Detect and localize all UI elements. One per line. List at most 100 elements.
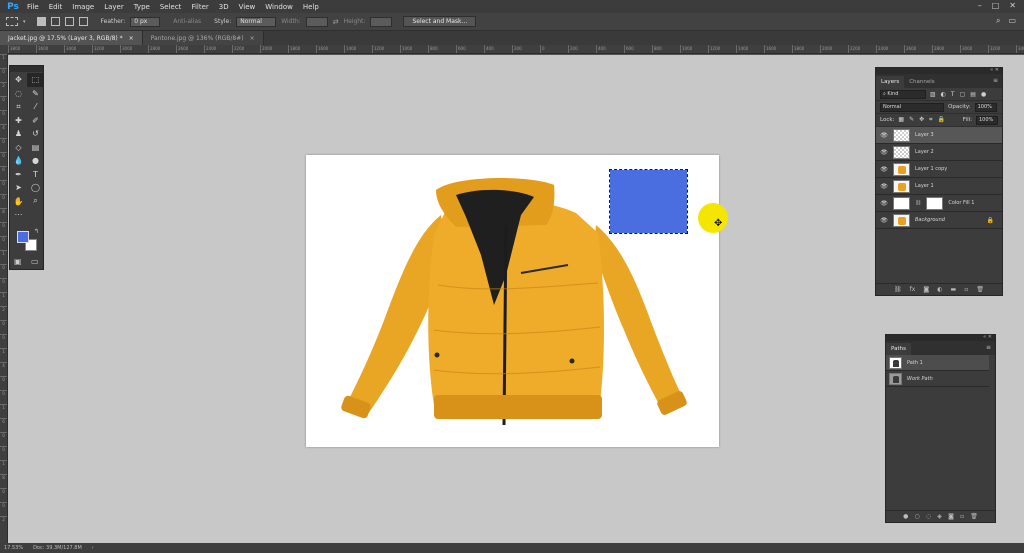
blend-mode-select[interactable]: Normal: [880, 102, 944, 112]
tab-channels[interactable]: Channels: [904, 76, 939, 88]
fx-icon[interactable]: fx: [910, 286, 916, 293]
new-group-icon[interactable]: ▬: [951, 286, 957, 293]
style-select[interactable]: Normal: [236, 16, 277, 27]
menu-view[interactable]: View: [234, 3, 261, 11]
add-mask-icon[interactable]: ◙: [948, 513, 954, 520]
fill-path-icon[interactable]: ●: [903, 513, 908, 520]
status-arrow-icon[interactable]: ›: [92, 545, 94, 551]
filter-pixel-icon[interactable]: ▨: [930, 91, 936, 98]
quick-select-tool-icon[interactable]: ✎: [27, 87, 44, 101]
filter-smart-icon[interactable]: ▤: [970, 91, 976, 98]
lock-position-icon[interactable]: ✥: [919, 116, 924, 124]
hand-tool-icon[interactable]: ✋: [10, 195, 27, 209]
swap-icon[interactable]: ⇄: [333, 18, 339, 26]
foreground-color-swatch[interactable]: [17, 231, 29, 243]
screen-mode-icon[interactable]: ▭: [31, 257, 39, 266]
chevron-down-icon[interactable]: ▾: [23, 19, 26, 25]
select-and-mask-button[interactable]: Select and Mask...: [403, 16, 477, 27]
more-tools-icon[interactable]: ⋯: [10, 208, 27, 222]
healing-tool-icon[interactable]: ✚: [10, 114, 27, 128]
antialias-checkbox[interactable]: Anti-alias: [173, 18, 201, 25]
adjustment-layer-icon[interactable]: ◐: [937, 286, 942, 293]
type-tool-icon[interactable]: T: [27, 168, 44, 182]
shape-tool-icon[interactable]: ◯: [27, 181, 44, 195]
gradient-tool-icon[interactable]: ▤: [27, 141, 44, 155]
eye-icon[interactable]: 👁: [880, 149, 888, 156]
search-icon[interactable]: ⌕: [996, 16, 1000, 26]
history-brush-icon[interactable]: ↺: [27, 127, 44, 141]
marquee-tool-icon[interactable]: ⬚: [27, 73, 44, 87]
layer-row[interactable]: 👁 Layer 3: [876, 127, 1002, 144]
color-swatch-selection[interactable]: [609, 169, 688, 234]
path-select-tool-icon[interactable]: ➤: [10, 181, 27, 195]
eyedropper-tool-icon[interactable]: ⁄: [27, 100, 44, 114]
stroke-path-icon[interactable]: ○: [914, 513, 919, 520]
tab-layers[interactable]: Layers: [876, 76, 905, 88]
subtract-selection-icon[interactable]: [64, 17, 74, 26]
zoom-level[interactable]: 17.53%: [4, 545, 23, 551]
crop-tool-icon[interactable]: ⌗: [10, 100, 27, 114]
trash-icon[interactable]: 🗑: [970, 513, 978, 520]
lock-all-icon[interactable]: 🔒: [938, 116, 945, 124]
dodge-tool-icon[interactable]: ●: [27, 154, 44, 168]
move-tool-icon[interactable]: ✥: [10, 73, 27, 87]
horizontal-ruler[interactable]: 3800 3600 3400 3200 3000 2800 2600 2400 2200 2000…: [8, 45, 1024, 54]
width-input[interactable]: [305, 16, 328, 27]
lock-pixels-icon[interactable]: ✎: [909, 116, 914, 124]
intersect-selection-icon[interactable]: [78, 17, 88, 26]
menu-select[interactable]: Select: [155, 3, 187, 11]
height-input[interactable]: [370, 16, 393, 27]
doc-size[interactable]: Doc: 39.3M/127.8M: [33, 545, 82, 551]
menu-window[interactable]: Window: [260, 3, 298, 11]
blur-tool-icon[interactable]: 💧: [10, 154, 27, 168]
add-selection-icon[interactable]: [50, 17, 60, 26]
layer-row[interactable]: 👁 Layer 2: [876, 144, 1002, 161]
eye-icon[interactable]: 👁: [880, 200, 888, 207]
lock-transparency-icon[interactable]: ▦: [898, 116, 904, 124]
panel-menu-icon[interactable]: ≡: [986, 344, 991, 351]
fill-input[interactable]: 100%: [976, 115, 998, 125]
menu-image[interactable]: Image: [67, 3, 99, 11]
menu-filter[interactable]: Filter: [186, 3, 213, 11]
eye-icon[interactable]: 👁: [880, 183, 888, 190]
path-row[interactable]: Work Path: [886, 371, 989, 387]
layer-row[interactable]: 👁 Layer 1: [876, 178, 1002, 195]
layer-row[interactable]: 👁 Layer 1 copy: [876, 161, 1002, 178]
workspace-icon[interactable]: ▭: [1008, 16, 1016, 26]
menu-type[interactable]: Type: [129, 3, 155, 11]
marquee-tool-preset-icon[interactable]: [6, 17, 18, 26]
vertical-ruler[interactable]: 1020040060080010012001400160018002: [0, 54, 8, 543]
load-selection-icon[interactable]: ◌: [926, 513, 931, 520]
collapse-icon[interactable]: « ✕: [983, 334, 992, 340]
swap-colors-icon[interactable]: ↰: [34, 228, 39, 235]
menu-layer[interactable]: Layer: [99, 3, 129, 11]
tab-close-icon[interactable]: ×: [250, 35, 255, 42]
feather-input[interactable]: 0 px: [130, 16, 161, 27]
tab-close-icon[interactable]: ×: [129, 35, 134, 42]
path-row[interactable]: Path 1: [886, 355, 989, 371]
maximize-icon[interactable]: □: [992, 1, 1000, 10]
eye-icon[interactable]: 👁: [880, 166, 888, 173]
eye-icon[interactable]: 👁: [880, 217, 888, 224]
collapse-icon[interactable]: « ✕: [990, 67, 999, 73]
tab-paths[interactable]: Paths: [886, 343, 911, 355]
brush-tool-icon[interactable]: ✐: [27, 114, 44, 128]
make-work-path-icon[interactable]: ◈: [937, 513, 942, 520]
menu-edit[interactable]: Edit: [44, 3, 68, 11]
panel-menu-icon[interactable]: ≡: [993, 77, 998, 84]
tab-jacket[interactable]: Jacket.jpg @ 17.5% (Layer 3, RGB/8) * ×: [0, 31, 143, 45]
new-path-icon[interactable]: ▫: [960, 513, 964, 520]
filter-toggle-icon[interactable]: ●: [981, 91, 986, 98]
lock-artboard-icon[interactable]: ⌗: [929, 116, 932, 124]
minimize-icon[interactable]: –: [978, 1, 982, 10]
filter-adjustment-icon[interactable]: ◐: [941, 91, 946, 98]
new-layer-icon[interactable]: ▫: [964, 286, 968, 293]
filter-shape-icon[interactable]: ▢: [960, 91, 966, 98]
stamp-tool-icon[interactable]: ♟: [10, 127, 27, 141]
filter-type-icon[interactable]: T: [951, 91, 955, 98]
opacity-input[interactable]: 100%: [974, 102, 997, 112]
quick-mask-icon[interactable]: ▣: [14, 257, 22, 266]
add-mask-icon[interactable]: ◙: [923, 286, 929, 293]
close-icon[interactable]: ✕: [1009, 1, 1016, 10]
zoom-tool-icon[interactable]: ⌕: [27, 195, 44, 209]
